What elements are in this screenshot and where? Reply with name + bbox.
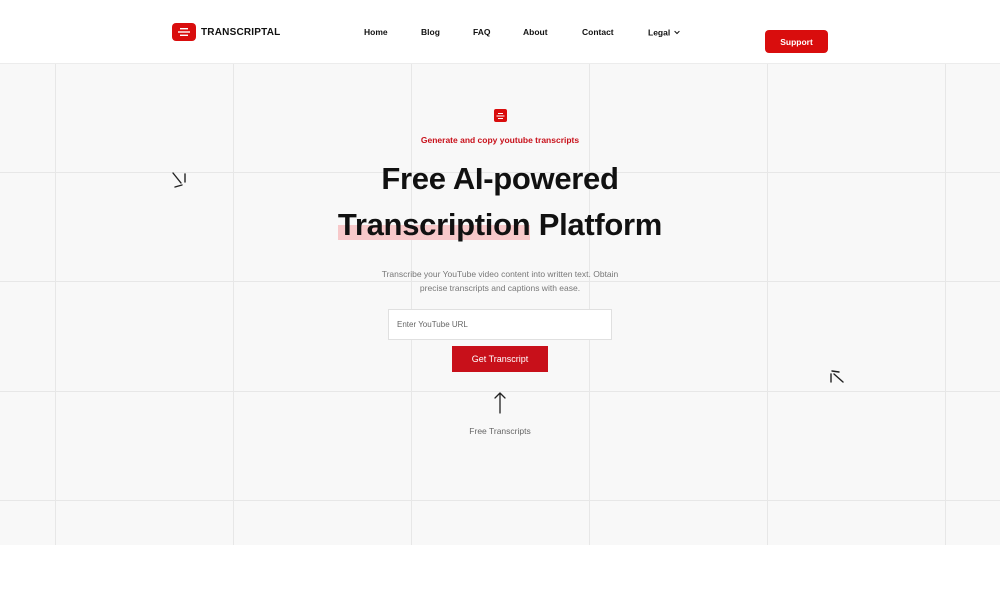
nav-home[interactable]: Home bbox=[364, 27, 388, 37]
logo-icon bbox=[172, 23, 196, 41]
free-transcripts-label: Free Transcripts bbox=[469, 426, 531, 436]
brand-logo[interactable]: TRANSCRIPTAL bbox=[172, 23, 280, 41]
nav-blog[interactable]: Blog bbox=[421, 27, 440, 37]
hero-description: Transcribe your YouTube video content in… bbox=[0, 267, 1000, 295]
nav-faq[interactable]: FAQ bbox=[473, 27, 490, 37]
arrow-up-icon bbox=[494, 392, 506, 414]
nav-contact[interactable]: Contact bbox=[582, 27, 614, 37]
hero-section: Generate and copy youtube transcripts Fr… bbox=[0, 64, 1000, 545]
hero-eyebrow: Generate and copy youtube transcripts bbox=[420, 135, 580, 145]
sparkle-icon bbox=[830, 370, 844, 383]
sparkle-icon bbox=[172, 172, 186, 188]
youtube-url-input[interactable] bbox=[388, 309, 612, 340]
site-header: TRANSCRIPTAL Home Blog FAQ About Contact… bbox=[0, 0, 1000, 64]
nav-legal[interactable]: Legal bbox=[648, 27, 680, 38]
nav-about[interactable]: About bbox=[523, 27, 548, 37]
support-button[interactable]: Support bbox=[765, 30, 828, 53]
hero-title-line2: Transcription Platform bbox=[0, 207, 1000, 243]
hero-description-line2: precise transcripts and captions with ea… bbox=[419, 283, 581, 293]
hero-title-line1: Free AI-powered bbox=[381, 161, 619, 196]
chevron-down-icon bbox=[674, 27, 680, 37]
hero-title-rest: Platform bbox=[538, 207, 663, 242]
get-transcript-button[interactable]: Get Transcript bbox=[452, 346, 548, 372]
hero-description-line1: Transcribe your YouTube video content in… bbox=[381, 269, 619, 279]
nav-legal-label: Legal bbox=[648, 27, 671, 38]
brand-name: TRANSCRIPTAL bbox=[201, 26, 281, 38]
logo-icon bbox=[494, 109, 507, 122]
hero-title-highlight: Transcription bbox=[337, 207, 531, 242]
